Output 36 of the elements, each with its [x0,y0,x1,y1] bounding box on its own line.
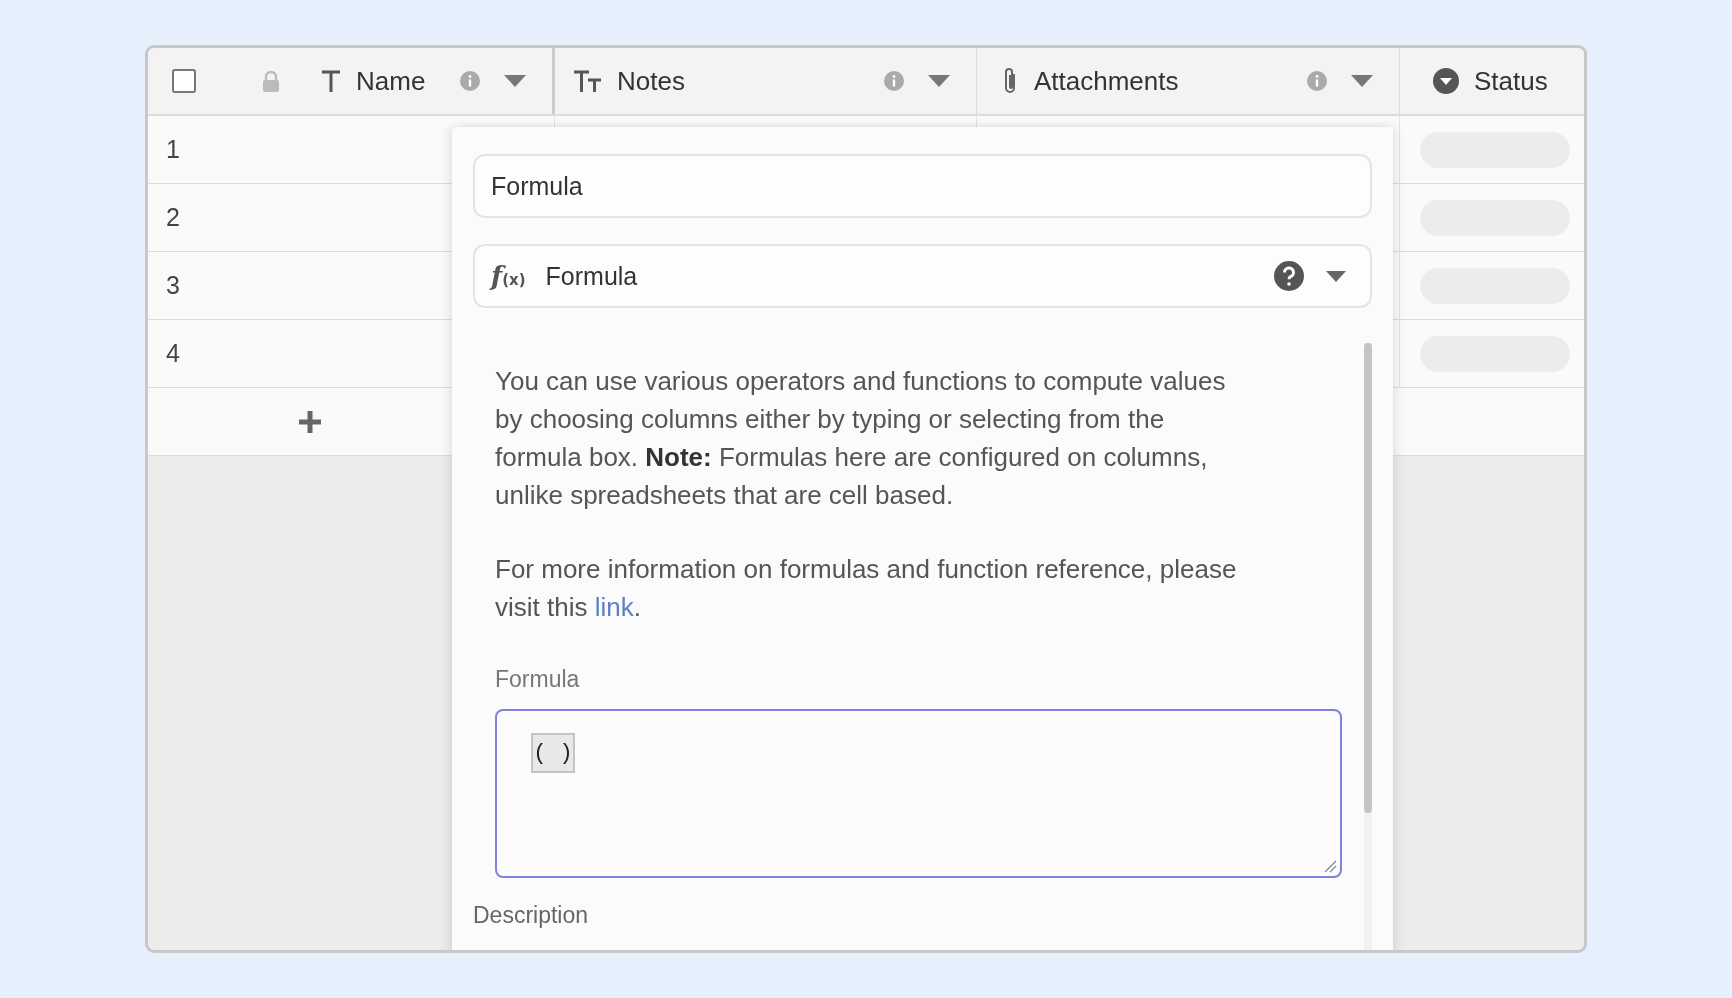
resize-grip-icon[interactable] [1323,859,1337,873]
field-type-select[interactable]: f(x) Formula [473,244,1372,308]
field-label: Description [473,902,590,929]
scrollbar[interactable] [1364,343,1372,813]
dropdown-circle-icon [1432,67,1460,95]
formula-input[interactable]: ( ) [495,709,1342,878]
text-size-icon [573,69,603,93]
row-number: 4 [166,339,180,368]
column-header[interactable]: Attachments [977,48,1400,114]
help-icon[interactable] [1274,261,1304,291]
caret-icon[interactable] [1351,75,1373,87]
column-header[interactable]: Status [1400,48,1584,114]
help-text: You can use various operators and functions to compute values by choosing columns either by typing or selecting from the formula box. Note: Formulas here are configured on columns, unlike spreadsheets that are cell based. [495,365,1227,512]
formula-token[interactable]: ( ) [531,733,575,773]
select-all-checkbox[interactable] [172,69,196,93]
column-label: Attachments [1034,65,1180,97]
reference-link[interactable]: link [594,592,634,622]
info-icon[interactable] [1307,71,1327,91]
info-icon[interactable] [460,71,480,91]
column-label: Notes [617,65,686,97]
row-number: 1 [166,135,180,164]
column-header[interactable]: Notes [555,48,977,114]
row-number: 2 [166,203,180,232]
caret-icon[interactable] [1326,270,1346,282]
column-label: Name [356,65,427,97]
info-icon[interactable] [884,71,904,91]
help-text: For more information on formulas and function reference, please visit this link. [495,553,1238,624]
field-name-input[interactable]: Formula [473,154,1372,218]
column-label: Status [1474,65,1549,97]
add-row-icon[interactable] [297,408,323,435]
function-icon: f(x) [491,261,526,291]
row-number: 3 [166,271,180,300]
caret-icon[interactable] [928,75,950,87]
caret-icon[interactable] [504,75,526,87]
text-type-icon [320,69,342,93]
field-label: Formula [495,666,581,693]
